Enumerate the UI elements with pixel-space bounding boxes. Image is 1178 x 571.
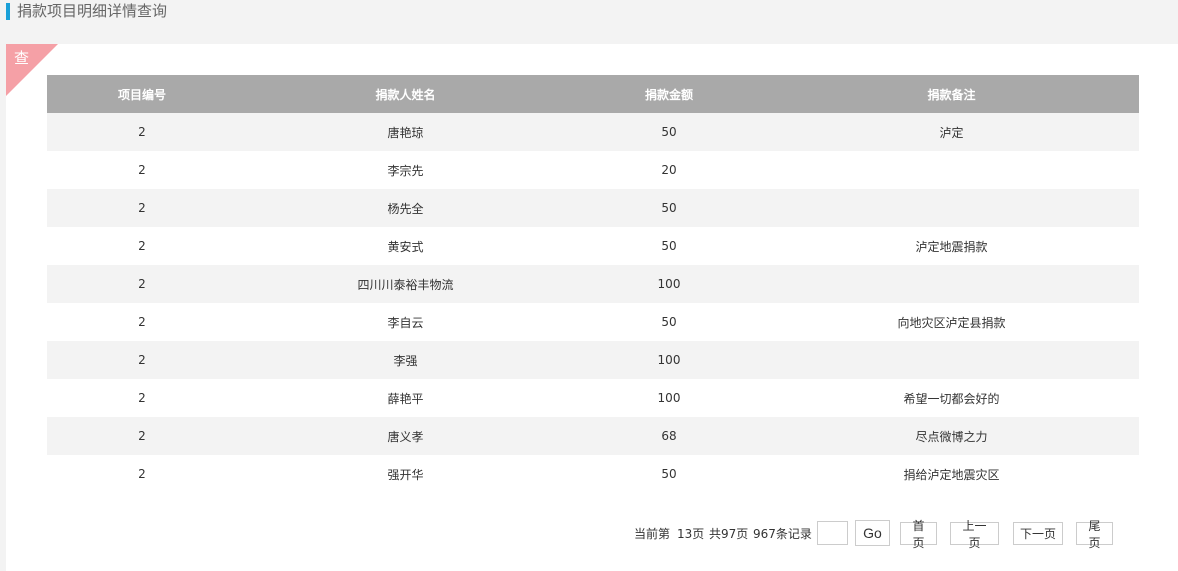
next-page-button[interactable]: 下一页 [1013, 522, 1063, 545]
cell-amount: 100 [574, 265, 764, 303]
table-row: 2 李自云 50 向地灾区泸定县捐款 [47, 303, 1139, 341]
cell-project-id: 2 [47, 303, 237, 341]
column-header-remark: 捐款备注 [764, 75, 1139, 113]
cell-amount: 20 [574, 151, 764, 189]
cell-project-id: 2 [47, 113, 237, 151]
cell-donor-name: 杨先全 [237, 189, 574, 227]
page-title: 捐款项目明细详情查询 [17, 2, 168, 20]
cell-project-id: 2 [47, 417, 237, 455]
cell-project-id: 2 [47, 227, 237, 265]
query-corner-label: 查 [14, 49, 30, 67]
cell-remark [764, 265, 1139, 303]
cell-project-id: 2 [47, 379, 237, 417]
column-header-amount: 捐款金额 [574, 75, 764, 113]
cell-donor-name: 唐艳琼 [237, 113, 574, 151]
cell-donor-name: 李强 [237, 341, 574, 379]
cell-amount: 50 [574, 113, 764, 151]
table-row: 2 唐艳琼 50 泸定 [47, 113, 1139, 151]
cell-project-id: 2 [47, 265, 237, 303]
table-row: 2 李强 100 [47, 341, 1139, 379]
title-accent-bar [6, 3, 10, 20]
cell-donor-name: 李宗先 [237, 151, 574, 189]
cell-remark: 捐给泸定地震灾区 [764, 455, 1139, 493]
column-header-project-id: 项目编号 [47, 75, 237, 113]
table-header-row: 项目编号 捐款人姓名 捐款金额 捐款备注 [47, 75, 1139, 113]
content-panel: 查 项目编号 捐款人姓名 捐款金额 捐款备注 2 唐艳琼 50 泸定 2 李宗先… [6, 44, 1178, 571]
cell-remark [764, 189, 1139, 227]
cell-amount: 50 [574, 303, 764, 341]
page-header: 捐款项目明细详情查询 [0, 0, 1178, 44]
last-page-button[interactable]: 尾页 [1076, 519, 1113, 550]
cell-remark: 泸定地震捐款 [764, 227, 1139, 265]
cell-amount: 68 [574, 417, 764, 455]
cell-amount: 50 [574, 227, 764, 265]
pager-current-prefix: 当前第 [634, 527, 671, 541]
table-row: 2 唐义孝 68 尽点微博之力 [47, 417, 1139, 455]
first-page-button[interactable]: 首页 [900, 519, 937, 550]
table-row: 2 杨先全 50 [47, 189, 1139, 227]
table-row: 2 强开华 50 捐给泸定地震灾区 [47, 455, 1139, 493]
cell-remark [764, 341, 1139, 379]
cell-donor-name: 黄安式 [237, 227, 574, 265]
cell-amount: 100 [574, 379, 764, 417]
cell-amount: 50 [574, 455, 764, 493]
cell-project-id: 2 [47, 341, 237, 379]
pager-total-pages: 共97页 [709, 527, 749, 541]
table-row: 2 薛艳平 100 希望一切都会好的 [47, 379, 1139, 417]
cell-amount: 100 [574, 341, 764, 379]
cell-donor-name: 唐义孝 [237, 417, 574, 455]
table-row: 2 黄安式 50 泸定地震捐款 [47, 227, 1139, 265]
cell-project-id: 2 [47, 151, 237, 189]
cell-remark: 泸定 [764, 113, 1139, 151]
cell-remark: 向地灾区泸定县捐款 [764, 303, 1139, 341]
cell-amount: 50 [574, 189, 764, 227]
cell-remark: 尽点微博之力 [764, 417, 1139, 455]
cell-donor-name: 薛艳平 [237, 379, 574, 417]
column-header-donor-name: 捐款人姓名 [237, 75, 574, 113]
cell-project-id: 2 [47, 455, 237, 493]
prev-page-button[interactable]: 上一页 [950, 519, 999, 550]
pager-total-records: 967条记录 [753, 527, 812, 541]
donation-table: 项目编号 捐款人姓名 捐款金额 捐款备注 2 唐艳琼 50 泸定 2 李宗先 2… [47, 75, 1139, 493]
pagination: 当前第 13页 共97页 967条记录 Go 首页 上一页 下一页 尾页 [6, 519, 1178, 550]
cell-remark [764, 151, 1139, 189]
cell-donor-name: 强开华 [237, 455, 574, 493]
cell-donor-name: 四川川泰裕丰物流 [237, 265, 574, 303]
page-number-input[interactable] [817, 521, 848, 545]
cell-project-id: 2 [47, 189, 237, 227]
table-row: 2 李宗先 20 [47, 151, 1139, 189]
pager-current-page: 13页 [677, 527, 705, 541]
cell-remark: 希望一切都会好的 [764, 379, 1139, 417]
table-row: 2 四川川泰裕丰物流 100 [47, 265, 1139, 303]
cell-donor-name: 李自云 [237, 303, 574, 341]
go-button[interactable]: Go [855, 520, 890, 546]
